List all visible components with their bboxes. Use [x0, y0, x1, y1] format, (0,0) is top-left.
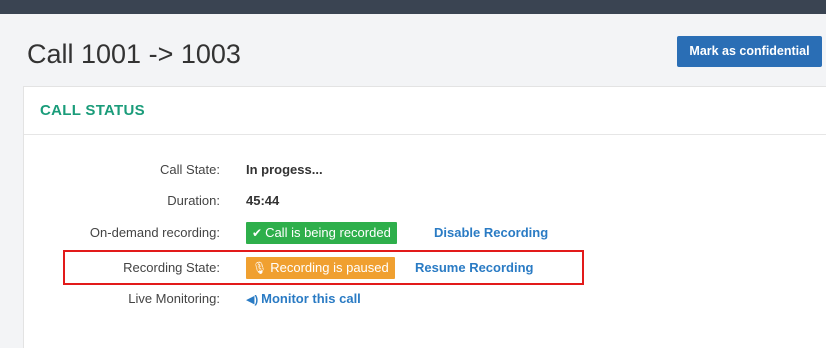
top-navigation-bar [0, 0, 826, 14]
call-status-panel: CALL STATUS Call State: In progess... Du… [23, 86, 826, 348]
duration-label: Duration: [167, 193, 220, 208]
recording-active-badge: ✔ Call is being recorded [246, 222, 397, 244]
call-state-label: Call State: [160, 162, 220, 177]
panel-header: CALL STATUS [24, 87, 826, 135]
mark-as-confidential-button[interactable]: Mark as confidential [677, 36, 822, 67]
duration-value: 45:44 [246, 193, 280, 208]
call-state-value: In progess... [246, 162, 323, 177]
live-monitoring-row: Live Monitoring: ◀) Monitor this call [24, 288, 826, 310]
speaker-icon: ◀) [246, 294, 259, 306]
check-icon: ✔ [252, 226, 263, 240]
call-details-page: Call 1001 -> 1003 Mark as confidential C… [0, 0, 826, 348]
panel-title: CALL STATUS [40, 102, 145, 119]
monitor-this-call-link[interactable]: ◀) Monitor this call [246, 291, 361, 306]
on-demand-recording-label: On-demand recording: [89, 225, 220, 240]
monitor-this-call-text: Monitor this call [261, 291, 361, 306]
duration-row: Duration: 45:44 [24, 190, 826, 212]
recording-active-badge-text: Call is being recorded [265, 225, 391, 240]
call-state-row: Call State: In progess... [24, 159, 826, 181]
recording-state-highlight [63, 250, 584, 285]
disable-recording-link[interactable]: Disable Recording [434, 225, 548, 240]
on-demand-recording-row: On-demand recording: ✔ Call is being reco… [24, 222, 826, 244]
live-monitoring-label: Live Monitoring: [128, 291, 220, 306]
page-title: Call 1001 -> 1003 [27, 39, 241, 69]
